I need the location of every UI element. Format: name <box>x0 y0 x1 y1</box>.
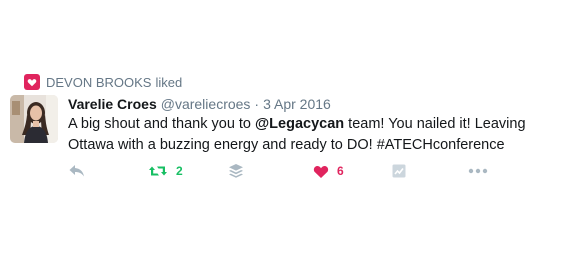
like-heart-icon <box>313 164 329 179</box>
tweet-text-before: A big shout and thank you to <box>68 116 256 132</box>
user-handle[interactable]: @vareliecroes <box>161 96 251 112</box>
analytics-icon <box>392 164 406 178</box>
buffer-stack-icon <box>228 163 244 179</box>
like-count: 6 <box>337 164 344 178</box>
header-separator: · <box>254 96 260 112</box>
analytics-button[interactable] <box>392 161 406 181</box>
tweet-header: Varelie Croes @vareliecroes · 3 Apr 2016 <box>68 96 331 114</box>
more-icon <box>468 168 488 174</box>
context-action: liked <box>155 74 183 90</box>
user-avatar[interactable] <box>10 95 58 143</box>
user-fullname[interactable]: Varelie Croes <box>68 96 157 112</box>
like-button[interactable]: 6 <box>313 161 344 181</box>
tweet-text: A big shout and thank you to @Legacycan … <box>68 114 568 156</box>
heart-icon <box>24 74 40 90</box>
reply-button[interactable] <box>68 161 86 181</box>
buffer-button[interactable] <box>228 161 244 181</box>
reply-icon <box>68 163 86 179</box>
tweet-timestamp[interactable]: 3 Apr 2016 <box>263 96 331 112</box>
context-user-name[interactable]: DEVON BROOKS <box>46 75 151 90</box>
retweet-button[interactable]: 2 <box>148 161 183 181</box>
retweet-icon <box>148 163 168 179</box>
tweet[interactable]: DEVON BROOKS liked Varelie Croes @vareli… <box>0 0 585 257</box>
more-button[interactable] <box>468 161 488 181</box>
mention-link[interactable]: @Legacycan <box>255 116 344 132</box>
social-context: DEVON BROOKS liked <box>24 74 183 90</box>
retweet-count: 2 <box>176 164 183 178</box>
